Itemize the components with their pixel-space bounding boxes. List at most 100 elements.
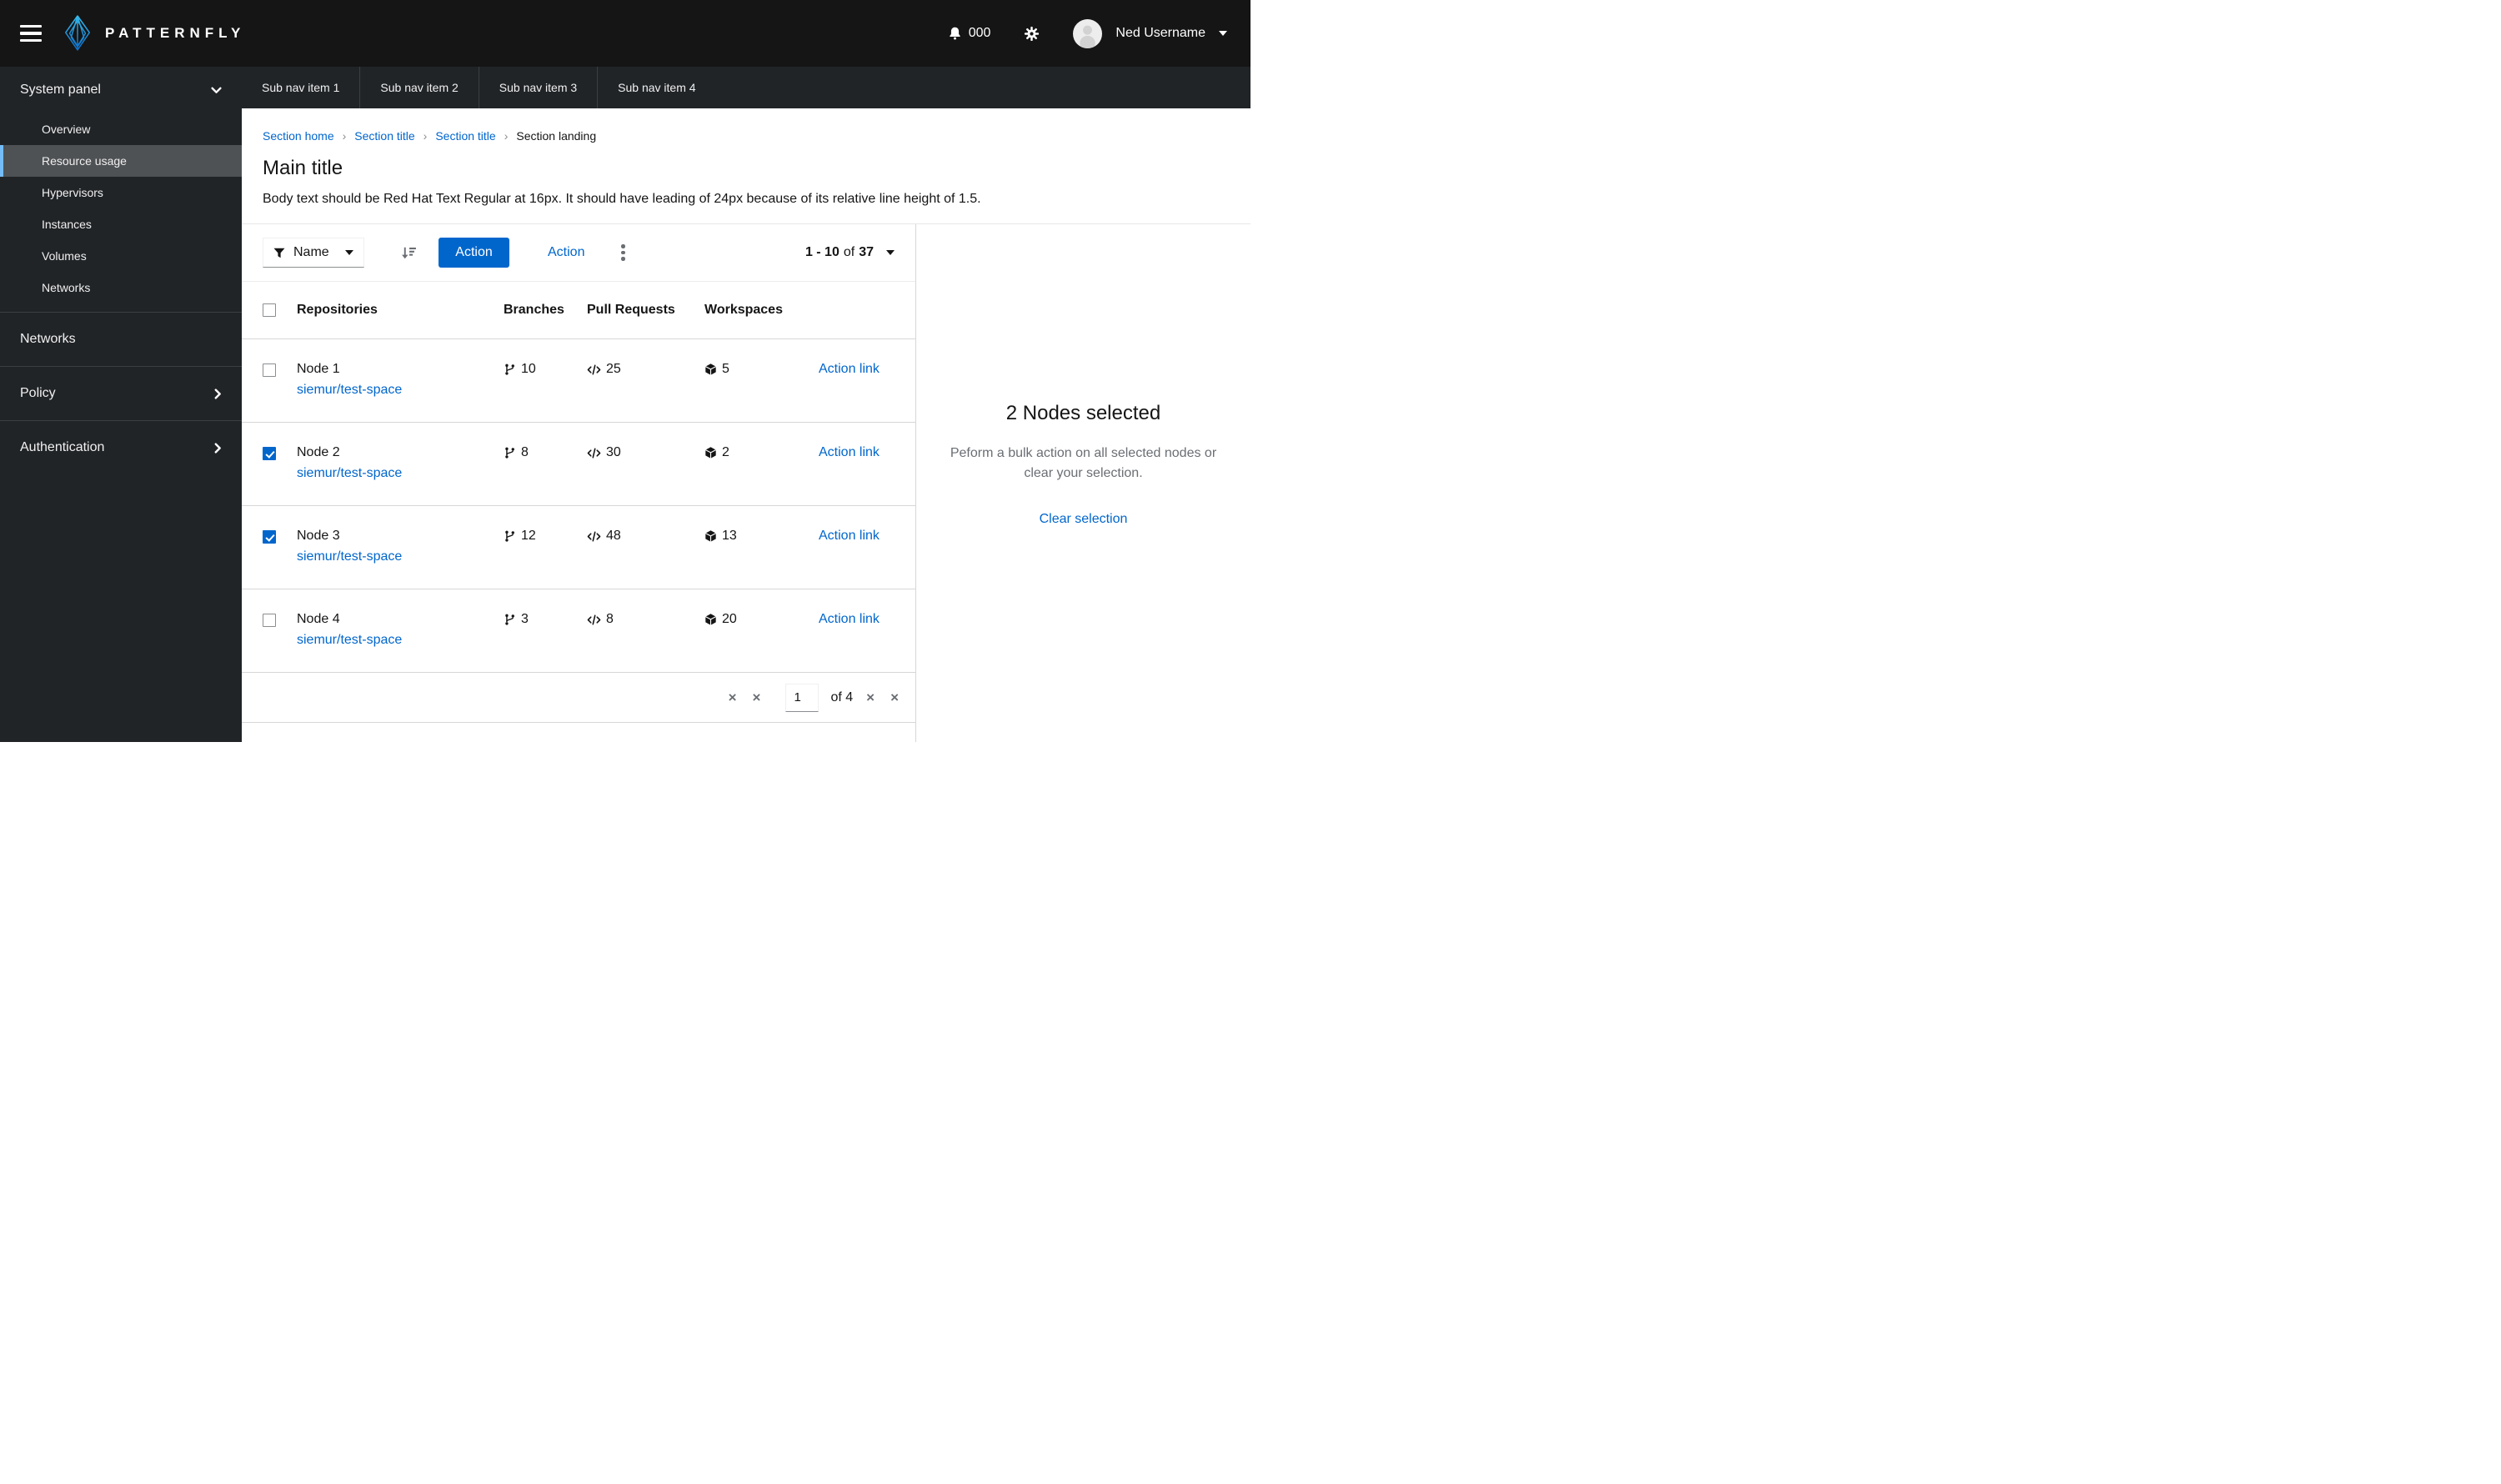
repository-cell: Node 1 siemur/test-space <box>297 362 504 398</box>
row-checkbox[interactable] <box>263 363 276 377</box>
repository-name: Node 2 <box>297 445 340 459</box>
pull-requests-cell: 30 <box>587 445 704 460</box>
row-action-link[interactable]: Action link <box>819 529 895 544</box>
chevron-right-icon <box>214 442 221 454</box>
cube-icon <box>705 447 716 459</box>
sidebar-item-networks[interactable]: Networks <box>0 313 242 366</box>
filter-select[interactable]: Name <box>263 238 364 268</box>
primary-action-button[interactable]: Action <box>439 238 509 268</box>
pagination-first-button[interactable]: × <box>729 689 737 706</box>
subnav-tab-3[interactable]: Sub nav item 3 <box>478 67 597 108</box>
kebab-menu-button[interactable] <box>616 239 630 266</box>
page-header: Section home › Section title › Section title… <box>242 108 1250 224</box>
sidebar-item-volumes[interactable]: Volumes <box>0 240 242 272</box>
branches-count: 8 <box>521 445 529 459</box>
branch-icon <box>505 530 514 542</box>
pull-requests-count: 25 <box>606 362 621 376</box>
row-checkbox[interactable] <box>263 614 276 627</box>
breadcrumb-item-2[interactable]: Section title <box>354 129 414 143</box>
nav-section-system-panel: System panel Overview Resource usage Hyperv… <box>0 67 242 312</box>
workspaces-count: 5 <box>722 362 729 376</box>
notification-count: 000 <box>968 26 991 40</box>
repository-cell: Node 4 siemur/test-space <box>297 612 504 648</box>
subnav-tab-2[interactable]: Sub nav item 2 <box>359 67 478 108</box>
content-pane: Name Action Action 1 - 10 of 37 Reposito… <box>242 224 915 742</box>
pagination-last-button[interactable]: × <box>890 689 899 706</box>
chevron-down-icon <box>345 250 353 259</box>
repository-link[interactable]: siemur/test-space <box>297 383 504 398</box>
branches-count: 10 <box>521 362 536 376</box>
table-row-node-2: Node 2 siemur/test-space 8 30 2 Action link <box>242 423 915 506</box>
table-row-node-4: Node 4 siemur/test-space 3 8 20 Action link <box>242 589 915 673</box>
nav-section-label: Authentication <box>20 440 105 454</box>
breadcrumb-separator: › <box>423 129 428 143</box>
drawer-title: 2 Nodes selected <box>1005 402 1161 424</box>
column-header-branches[interactable]: Branches <box>504 303 587 318</box>
pull-requests-cell: 48 <box>587 529 704 544</box>
patternfly-app: PATTERNFLY 000 Ned Username System panel… <box>0 0 1250 742</box>
branches-cell: 12 <box>504 529 587 544</box>
sort-button[interactable] <box>401 246 417 260</box>
chevron-right-icon <box>214 388 221 399</box>
sidebar-item-policy[interactable]: Policy <box>0 367 242 420</box>
breadcrumb-separator: › <box>342 129 347 143</box>
select-all-checkbox[interactable] <box>263 303 276 317</box>
table-body: Node 1 siemur/test-space 10 25 5 Action link N… <box>242 339 915 673</box>
breadcrumb-separator: › <box>504 129 509 143</box>
row-action-link[interactable]: Action link <box>819 445 895 460</box>
settings-button[interactable] <box>1024 26 1040 42</box>
branches-count: 12 <box>521 529 536 543</box>
column-header-pull-requests[interactable]: Pull Requests <box>587 303 704 318</box>
pagination-menu[interactable]: 1 - 10 of 37 <box>805 245 895 260</box>
branch-icon <box>505 363 514 375</box>
cube-icon <box>705 614 716 625</box>
sidebar-item-networks[interactable]: Networks <box>0 272 242 303</box>
branches-count: 3 <box>521 612 529 626</box>
workspaces-cell: 2 <box>704 445 819 460</box>
sidebar-item-hypervisors[interactable]: Hypervisors <box>0 177 242 208</box>
column-header-workspaces[interactable]: Workspaces <box>704 303 819 318</box>
row-checkbox[interactable] <box>263 447 276 460</box>
workspaces-count: 20 <box>722 612 737 626</box>
pagination-next-button[interactable]: × <box>866 689 875 706</box>
workspaces-cell: 20 <box>704 612 819 627</box>
cube-icon <box>705 530 716 542</box>
filter-icon <box>273 248 285 258</box>
subnav-tab-1[interactable]: Sub nav item 1 <box>242 67 359 108</box>
pull-requests-count: 48 <box>606 529 621 543</box>
avatar <box>1073 18 1103 48</box>
repository-link[interactable]: siemur/test-space <box>297 633 504 648</box>
clear-selection-link[interactable]: Clear selection <box>1040 512 1128 527</box>
repository-name: Node 3 <box>297 529 340 543</box>
sidebar-item-authentication[interactable]: Authentication <box>0 421 242 474</box>
repository-link[interactable]: siemur/test-space <box>297 466 504 481</box>
nav-toggle-button[interactable] <box>20 25 42 42</box>
link-action-button[interactable]: Action <box>534 245 598 260</box>
sidebar-item-system-panel[interactable]: System panel <box>0 67 242 113</box>
notifications-button[interactable]: 000 <box>948 26 991 41</box>
repository-link[interactable]: siemur/test-space <box>297 549 504 564</box>
bell-icon <box>950 27 960 40</box>
username: Ned Username <box>1115 26 1205 40</box>
row-checkbox[interactable] <box>263 530 276 544</box>
chevron-down-icon <box>886 250 895 259</box>
row-action-link[interactable]: Action link <box>819 362 895 377</box>
pagination-prev-button[interactable]: × <box>753 689 761 706</box>
breadcrumb-item-1[interactable]: Section home <box>263 129 334 143</box>
code-icon <box>587 363 601 375</box>
checkbox-cell <box>263 362 297 377</box>
pull-requests-cell: 25 <box>587 362 704 377</box>
subnav-tab-4[interactable]: Sub nav item 4 <box>597 67 715 108</box>
branch-icon <box>505 614 514 625</box>
sidebar-item-overview[interactable]: Overview <box>0 113 242 145</box>
brand: PATTERNFLY <box>62 14 245 53</box>
current-page-input[interactable] <box>785 683 819 712</box>
sidebar-item-resource-usage[interactable]: Resource usage <box>0 145 242 177</box>
toolbar: Name Action Action 1 - 10 of 37 <box>242 224 915 282</box>
user-menu[interactable]: Ned Username <box>1073 18 1227 48</box>
breadcrumb-item-3[interactable]: Section title <box>435 129 495 143</box>
sidebar: System panel Overview Resource usage Hyperv… <box>0 67 242 742</box>
row-action-link[interactable]: Action link <box>819 612 895 627</box>
column-header-repositories[interactable]: Repositories <box>297 303 504 318</box>
sidebar-item-instances[interactable]: Instances <box>0 208 242 240</box>
